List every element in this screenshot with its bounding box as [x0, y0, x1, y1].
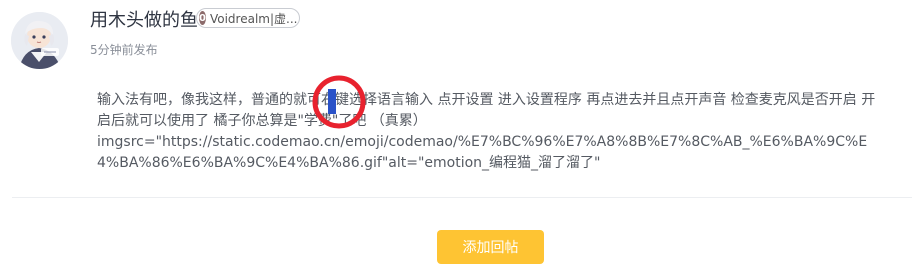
username[interactable]: 用木头做的鱼 [90, 6, 198, 32]
avatar-image [11, 12, 68, 69]
post-card: 用木头做的鱼 0 Voidrealm|虚... 5分钟前发布 输入法有吧，像我这… [0, 0, 912, 277]
post-text: 输入法有吧，像我这样，普通的就可右键选择语言输入 点开设置 进入设置程序 再点进… [97, 92, 876, 129]
post-timestamp: 5分钟前发布 [90, 43, 158, 57]
badge-text: Voidrealm|虚... [209, 11, 298, 26]
avatar[interactable] [11, 12, 68, 69]
user-badge[interactable]: 0 Voidrealm|虚... [196, 8, 300, 28]
post-content: 输入法有吧，像我这样，普通的就可右键选择语言输入 点开设置 进入设置程序 再点进… [97, 90, 887, 174]
post-image-markup: imgsrc="https://static.codemao.cn/emoji/… [97, 134, 868, 171]
level-badge-icon: 0 [199, 11, 206, 25]
add-reply-button[interactable]: 添加回帖 [437, 230, 544, 264]
divider [12, 197, 912, 198]
